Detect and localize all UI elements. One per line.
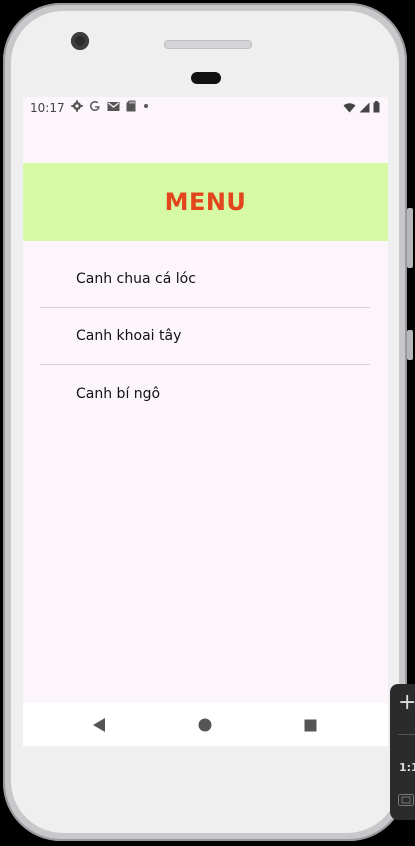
menu-list: Canh chua cá lóc Canh khoai tây Canh bí … [40,251,370,422]
menu-item-label: Canh khoai tây [76,328,182,344]
add-icon[interactable]: + [398,690,415,715]
gear-icon [71,100,83,112]
volume-button [407,208,413,268]
back-button[interactable] [89,715,109,735]
status-bar: 10:17 [23,97,388,119]
battery-icon [373,101,380,113]
wifi-icon [343,102,356,112]
screenshot-icon[interactable] [398,794,414,806]
recents-button[interactable] [300,715,320,735]
emulator-toolbar: + 1:1 [390,684,415,820]
system-status-icons [343,101,380,113]
cell-signal-icon [359,102,370,112]
menu-item-canh-chua-ca-loc[interactable]: Canh chua cá lóc [40,251,370,308]
menu-item-canh-khoai-tay[interactable]: Canh khoai tây [40,308,370,365]
navigation-bar [23,703,388,746]
proximity-sensor [191,72,221,84]
zoom-ratio-button[interactable]: 1:1 [399,761,415,774]
toolbar-divider [398,734,415,735]
front-camera [71,32,89,50]
sd-card-icon [126,100,136,112]
dot-icon [144,104,148,108]
menu-item-canh-bi-ngo[interactable]: Canh bí ngô [40,365,370,422]
menu-item-label: Canh chua cá lóc [76,271,196,287]
gmail-icon [107,101,120,111]
back-icon [93,718,105,732]
recents-icon [304,719,316,731]
device-screen: 10:17 MENU Canh chua cá lóc Canh khoai t… [23,97,388,746]
power-button [407,330,413,360]
home-icon [198,718,212,732]
menu-item-label: Canh bí ngô [76,385,161,402]
menu-header: MENU [23,163,388,241]
notification-icons [71,100,150,112]
earpiece-speaker [164,40,252,49]
google-g-icon [90,101,100,111]
home-button[interactable] [195,715,215,735]
status-time: 10:17 [30,101,65,115]
emulator-frame: 10:17 MENU Canh chua cá lóc Canh khoai t… [0,0,415,846]
page-title: MENU [164,188,247,216]
